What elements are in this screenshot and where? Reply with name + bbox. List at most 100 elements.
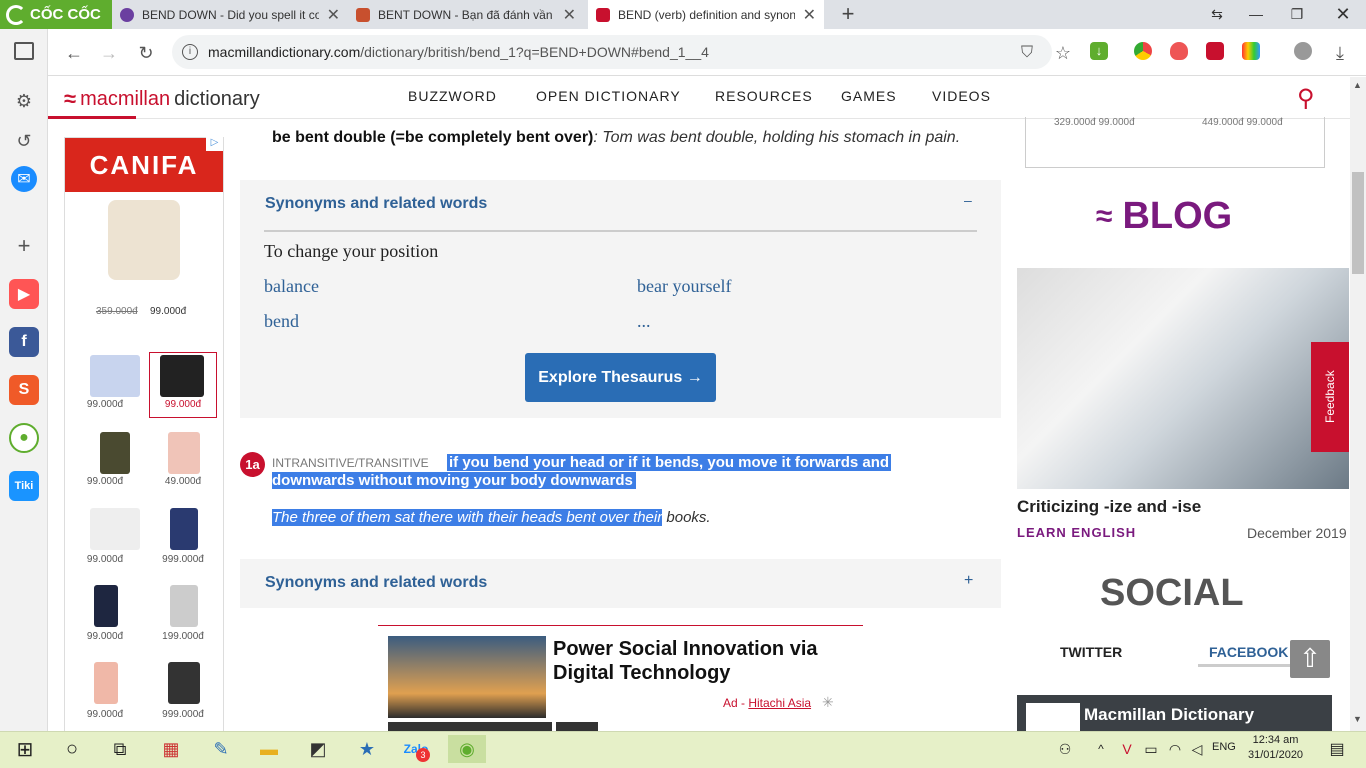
messenger-icon[interactable]: ✉	[11, 166, 37, 192]
product-thumb[interactable]	[94, 585, 118, 627]
blog-post-image[interactable]	[1017, 268, 1349, 489]
ad-title[interactable]: Power Social Innovation via Digital Tech…	[553, 637, 853, 685]
task-view-icon[interactable]: ⧉	[105, 735, 135, 763]
file-explorer-icon[interactable]: ▬	[254, 735, 284, 763]
explore-thesaurus-button[interactable]: Explore Thesaurus →	[525, 353, 716, 402]
tiki-icon[interactable]: Tiki	[9, 471, 39, 501]
address-bar[interactable]: i macmillandictionary.com/dictionary/bri…	[172, 35, 1052, 69]
product-thumb[interactable]	[168, 432, 200, 474]
forward-arrow-icon[interactable]: →	[97, 41, 121, 65]
shield-icon[interactable]: ⛉	[1015, 41, 1039, 65]
coccoc-taskbar-icon[interactable]: ◉	[448, 735, 486, 763]
synonym-link[interactable]: bend	[264, 311, 299, 332]
history-icon[interactable]: ↺	[9, 126, 39, 156]
tab-bend-definition[interactable]: BEND (verb) definition and synony ✕	[588, 0, 824, 29]
minimize-icon[interactable]: —	[1236, 0, 1276, 29]
nav-games[interactable]: GAMES	[841, 88, 897, 104]
sweater-image[interactable]	[108, 200, 180, 280]
downloads-icon[interactable]: ⤓	[1328, 41, 1352, 65]
sense-definition-line2: downwards without moving your body downw…	[272, 472, 636, 489]
close-window-icon[interactable]: ✕	[1323, 0, 1363, 29]
nav-open-dictionary[interactable]: OPEN DICTIONARY	[536, 88, 681, 104]
input-language[interactable]: ENG	[1212, 741, 1236, 753]
maximize-icon[interactable]: ❐	[1277, 0, 1317, 29]
scrollbar-thumb[interactable]	[1352, 172, 1364, 274]
scroll-down-icon[interactable]: ▼	[1353, 714, 1362, 724]
product-thumb[interactable]	[170, 508, 198, 550]
download-extension-icon[interactable]: ↓	[1090, 42, 1108, 60]
product-thumb[interactable]	[170, 585, 198, 627]
add-app-icon[interactable]: +	[9, 231, 39, 261]
app-icon[interactable]: ★	[352, 735, 382, 763]
bookmark-star-icon[interactable]: ☆	[1051, 41, 1075, 65]
canifa-logo[interactable]: CANIFA	[65, 138, 223, 192]
color-extension-icon[interactable]	[1242, 42, 1260, 60]
tab-facebook[interactable]: FACEBOOK	[1209, 644, 1288, 660]
shopee-icon[interactable]: S	[9, 375, 39, 405]
tab-twitter[interactable]: TWITTER	[1060, 644, 1122, 660]
blog-post-title[interactable]: Criticizing -ize and -ise	[1017, 497, 1201, 517]
tab-search-icon[interactable]: ⇆	[1197, 0, 1237, 29]
product-thumb[interactable]	[168, 662, 200, 704]
windows-start-icon[interactable]: ⊞	[10, 735, 40, 763]
reload-icon[interactable]: ↻	[134, 41, 158, 65]
tab-bent-down[interactable]: BENT DOWN - Bạn đã đánh vần đú ✕	[348, 0, 584, 29]
profile-avatar[interactable]	[1294, 42, 1312, 60]
close-tab-icon[interactable]: ✕	[327, 5, 340, 25]
facebook-icon[interactable]: f	[9, 327, 39, 357]
synonyms-toggle[interactable]: Synonyms and related words	[265, 195, 487, 213]
youtube-icon[interactable]: ▶	[9, 279, 39, 309]
feedback-tab[interactable]: Feedback	[1311, 342, 1349, 452]
product-thumb[interactable]	[90, 508, 140, 550]
red-extension-icon[interactable]	[1206, 42, 1224, 60]
settings-gear-icon[interactable]: ⚙	[9, 86, 39, 116]
synonym-link[interactable]: bear yourself	[637, 276, 731, 297]
nav-videos[interactable]: VIDEOS	[932, 88, 991, 104]
back-arrow-icon[interactable]: ←	[62, 41, 86, 65]
url-text: macmillandictionary.com/dictionary/briti…	[208, 44, 709, 60]
adblock-shield-icon[interactable]	[1170, 42, 1188, 60]
synonyms-toggle[interactable]: Synonyms and related words	[265, 574, 487, 592]
expand-icon[interactable]: +	[964, 572, 973, 590]
blog-category[interactable]: LEARN ENGLISH	[1017, 525, 1136, 540]
macmillan-logo[interactable]: ≈ macmillan dictionary	[64, 86, 260, 112]
app-icon[interactable]: ▦	[156, 735, 186, 763]
product-thumb[interactable]	[160, 355, 204, 397]
sidebar-toggle-icon[interactable]	[14, 42, 34, 60]
scroll-up-icon[interactable]: ▲	[1353, 80, 1362, 90]
scroll-to-top-button[interactable]: ⇧	[1290, 640, 1330, 678]
people-icon[interactable]: ⚇	[1050, 735, 1080, 763]
fb-page-avatar[interactable]	[1026, 703, 1080, 731]
hitachi-ad-image[interactable]	[388, 636, 546, 718]
tab-bend-down[interactable]: BEND DOWN - Did you spell it cor ✕	[112, 0, 348, 29]
action-center-icon[interactable]: ▤	[1322, 735, 1352, 763]
sticky-notes-icon[interactable]: ◩	[303, 735, 333, 763]
more-synonyms-link[interactable]: ...	[637, 311, 651, 332]
product-price: 99.000đ	[86, 709, 124, 720]
product-thumb[interactable]	[94, 662, 118, 704]
volume-icon[interactable]: ◁	[1182, 735, 1212, 763]
product-thumb[interactable]	[90, 355, 140, 397]
example-selected-text: The three of them sat there with their h…	[272, 509, 663, 526]
system-clock[interactable]: 12:34 am 31/01/2020	[1248, 733, 1303, 763]
nav-resources[interactable]: RESOURCES	[715, 88, 813, 104]
coccoc-menu-button[interactable]: CỐC CỐC	[0, 0, 112, 29]
adchoices-icon[interactable]: ▷	[206, 137, 223, 151]
coccoc-search-icon[interactable]: ●	[9, 423, 39, 453]
new-tab-icon[interactable]: +	[836, 2, 860, 26]
paint-icon[interactable]: ✎	[206, 735, 236, 763]
tab-title: BEND DOWN - Did you spell it cor	[142, 7, 319, 22]
nav-buzzword[interactable]: BUZZWORD	[408, 88, 497, 104]
close-tab-icon[interactable]: ✕	[563, 5, 576, 25]
advertiser-link[interactable]: Hitachi Asia	[748, 696, 811, 710]
phrase-text: be bent double (=be completely bent over…	[272, 129, 594, 146]
collapse-icon[interactable]: –	[964, 192, 972, 208]
synonym-link[interactable]: balance	[264, 276, 319, 297]
close-tab-icon[interactable]: ✕	[803, 5, 816, 25]
product-price: 199.000đ	[162, 631, 204, 642]
chrome-extension-icon[interactable]	[1134, 42, 1152, 60]
site-info-icon[interactable]: i	[182, 44, 198, 60]
cortana-search-icon[interactable]: ○	[57, 735, 87, 763]
product-thumb[interactable]	[100, 432, 130, 474]
search-icon[interactable]: ⚲	[1297, 84, 1315, 113]
